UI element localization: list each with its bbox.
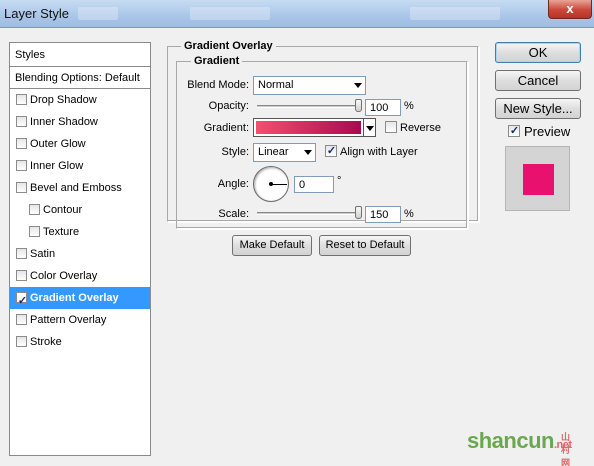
scale-label: Scale: (218, 208, 249, 220)
gradient-style-value: Linear (258, 146, 289, 158)
opacity-input[interactable]: 100 (365, 99, 401, 116)
cancel-button[interactable]: Cancel (495, 70, 581, 91)
chevron-down-icon (304, 150, 312, 155)
checkbox[interactable] (16, 270, 27, 281)
opacity-label: Opacity: (208, 100, 249, 112)
scale-unit: % (404, 208, 414, 220)
gradient-picker[interactable] (253, 118, 364, 137)
make-default-button[interactable]: Make Default (232, 235, 312, 256)
styles-panel: Styles Blending Options: Default Drop Sh… (9, 42, 151, 456)
style-item-satin[interactable]: Satin (10, 243, 150, 265)
blend-mode-select[interactable]: Normal (253, 76, 366, 95)
style-item-outer-glow[interactable]: Outer Glow (10, 133, 150, 155)
close-button[interactable]: x (548, 0, 592, 19)
group-title: Gradient Overlay (181, 40, 276, 52)
preview-box (505, 146, 570, 211)
checkmark-icon: ✓ (509, 125, 520, 137)
angle-input[interactable]: 0 (294, 176, 334, 193)
style-item-label: Contour (43, 204, 83, 216)
title-bar: Layer Style x (0, 0, 594, 28)
angle-center (269, 182, 273, 186)
style-item-label: Outer Glow (30, 138, 86, 150)
checkbox[interactable] (16, 336, 27, 347)
style-item-stroke[interactable]: Stroke (10, 331, 150, 353)
align-with-layer-label: Align with Layer (340, 146, 418, 158)
titlebar-ghost (410, 7, 500, 20)
gradient-preview (256, 121, 361, 134)
titlebar-ghost (78, 7, 118, 20)
chevron-down-icon (366, 126, 374, 131)
style-item-label: Drop Shadow (30, 94, 97, 106)
blend-mode-value: Normal (258, 79, 294, 91)
angle-unit: ° (337, 175, 342, 187)
watermark-cn: 山村网 (561, 432, 570, 466)
titlebar-ghost (190, 7, 270, 20)
subgroup-title: Gradient (191, 55, 243, 67)
checkbox[interactable]: ✓ (16, 292, 27, 307)
scale-slider-thumb[interactable] (354, 206, 362, 219)
style-item-pattern-overlay[interactable]: Pattern Overlay (10, 309, 150, 331)
style-item-label: Texture (43, 226, 80, 238)
angle-dial[interactable] (253, 166, 289, 202)
style-item-gradient-overlay[interactable]: ✓ Gradient Overlay (10, 287, 150, 309)
style-item-label: Pattern Overlay (30, 314, 107, 326)
angle-label: Angle: (217, 178, 249, 190)
reverse-label: Reverse (400, 122, 441, 134)
style-item-label: Stroke (30, 336, 62, 348)
opacity-slider-thumb[interactable] (354, 99, 362, 112)
gradient-label: Gradient: (203, 122, 249, 134)
checkbox[interactable] (16, 94, 27, 105)
chevron-down-icon (354, 83, 362, 88)
opacity-slider[interactable] (257, 105, 358, 108)
reverse-checkbox[interactable] (385, 121, 397, 133)
checkbox[interactable] (29, 204, 40, 215)
angle-needle (271, 184, 287, 185)
style-item-label: Inner Glow (30, 160, 84, 172)
blending-options-item[interactable]: Blending Options: Default (10, 67, 150, 89)
reset-default-button[interactable]: Reset to Default (319, 235, 411, 256)
style-label: Style: (221, 146, 249, 158)
opacity-unit: % (404, 100, 414, 112)
gradient-style-select[interactable]: Linear (253, 143, 316, 162)
style-item-bevel-emboss[interactable]: Bevel and Emboss (10, 177, 150, 199)
gradient-dropdown[interactable] (363, 118, 376, 137)
checkbox[interactable] (16, 138, 27, 149)
checkbox[interactable] (16, 248, 27, 259)
scale-input[interactable]: 150 (365, 206, 401, 223)
checkbox[interactable] (16, 182, 27, 193)
watermark-logo: shancun.net 山村网 (467, 428, 572, 466)
style-item-color-overlay[interactable]: Color Overlay (10, 265, 150, 287)
close-icon: x (566, 1, 574, 16)
checkbox[interactable] (29, 226, 40, 237)
checkmark-icon: ✓ (326, 145, 337, 157)
watermark-text: shancun (467, 428, 554, 453)
preview-label: Preview (524, 124, 571, 139)
checkbox[interactable] (16, 116, 27, 127)
checkbox[interactable] (16, 314, 27, 325)
style-item-inner-glow[interactable]: Inner Glow (10, 155, 150, 177)
style-item-label: Inner Shadow (30, 116, 98, 128)
blend-mode-label: Blend Mode: (187, 79, 249, 91)
ok-button[interactable]: OK (495, 42, 581, 63)
style-item-label: Satin (30, 248, 56, 260)
style-item-label: Gradient Overlay (30, 292, 119, 304)
style-item-label: Bevel and Emboss (30, 182, 122, 194)
style-item-drop-shadow[interactable]: Drop Shadow (10, 89, 150, 111)
checkbox[interactable] (16, 160, 27, 171)
window-title: Layer Style (4, 6, 70, 21)
style-item-contour[interactable]: Contour (10, 199, 150, 221)
preview-swatch (523, 164, 554, 195)
style-item-inner-shadow[interactable]: Inner Shadow (10, 111, 150, 133)
preview-checkbox[interactable]: ✓ (508, 125, 520, 137)
styles-header[interactable]: Styles (10, 43, 150, 67)
scale-slider[interactable] (257, 212, 358, 215)
align-with-layer-checkbox[interactable]: ✓ (325, 145, 337, 157)
style-item-label: Color Overlay (30, 270, 98, 282)
new-style-button[interactable]: New Style... (495, 98, 581, 119)
style-item-texture[interactable]: Texture (10, 221, 150, 243)
